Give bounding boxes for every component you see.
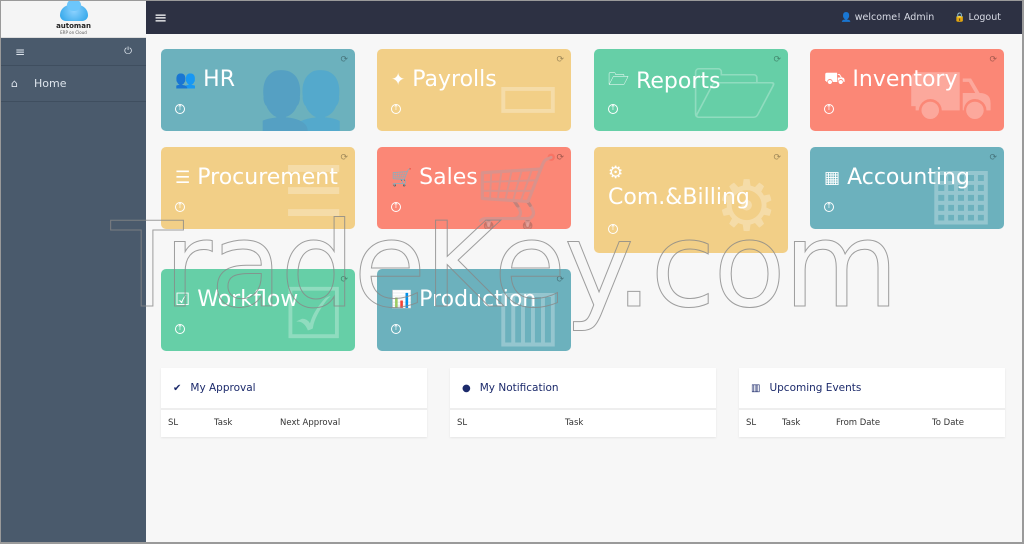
- logo-tagline: ERP on Cloud: [60, 29, 87, 35]
- sidebar: ≡ ⏻ ⌂ Home: [1, 38, 146, 542]
- panel-title: My Notification: [479, 382, 559, 394]
- column-header: Task: [565, 417, 584, 428]
- arrow-up-circle-icon[interactable]: ↑: [824, 202, 834, 212]
- panel-my-notification: ● My Notification SL Task: [450, 368, 716, 437]
- top-navbar: ≡ 👤 welcome! Admin 🔒 Logout: [146, 1, 1022, 34]
- power-icon[interactable]: ⏻: [124, 46, 132, 57]
- tile-production[interactable]: ⟳ 📊 Production ↑ ▥: [377, 269, 571, 351]
- refresh-icon[interactable]: ⟳: [773, 153, 781, 163]
- users-icon: 👥: [175, 69, 197, 90]
- panel-my-approval: ✔ My Approval SL Task Next Approval: [161, 368, 427, 437]
- tile-workflow[interactable]: ⟳ ☑ Workflow ↑ ☑: [161, 269, 355, 351]
- tile-com-billing[interactable]: ⟳ ⚙ Com.&Billing ↑ ⚙: [594, 147, 788, 253]
- home-icon: ⌂: [11, 77, 18, 90]
- cart-icon: 🛒: [391, 167, 413, 188]
- logout-label: Logout: [968, 12, 1001, 23]
- column-header: SL: [457, 417, 468, 428]
- column-header: From Date: [836, 417, 881, 428]
- tile-label: Sales: [419, 165, 478, 190]
- check-square-icon: ☑: [175, 289, 191, 310]
- column-header: Task: [782, 417, 801, 428]
- globe-icon: ●: [462, 382, 471, 394]
- arrow-up-circle-icon[interactable]: ↑: [824, 104, 834, 114]
- user-icon: 👤: [840, 12, 852, 23]
- tile-label: Com.&Billing: [608, 185, 750, 210]
- user-welcome-link[interactable]: 👤 welcome! Admin: [841, 12, 935, 23]
- logo[interactable]: automan ERP on Cloud: [1, 1, 146, 38]
- arrow-up-circle-icon[interactable]: ↑: [175, 324, 185, 334]
- hamburger-menu-icon[interactable]: ≡: [154, 8, 167, 27]
- arrow-up-circle-icon[interactable]: ↑: [391, 104, 401, 114]
- table-header: SL Task From Date To Date: [739, 410, 1005, 435]
- sidebar-header: ≡ ⏻: [1, 38, 146, 66]
- tile-label: Reports: [636, 69, 721, 94]
- truck-icon: ⛟: [824, 68, 846, 89]
- folder-open-icon: 🗁: [608, 70, 630, 90]
- users-bg-icon: 👥: [257, 53, 345, 131]
- app-window: automan ERP on Cloud ≡ ⏻ ⌂ Home ≡ 👤 welc…: [1, 1, 1022, 542]
- arrow-up-circle-icon[interactable]: ↑: [175, 104, 185, 114]
- arrow-up-circle-icon[interactable]: ↑: [608, 104, 618, 114]
- arrow-up-circle-icon[interactable]: ↑: [175, 202, 185, 212]
- hdd-bg-icon: ▭: [494, 53, 561, 131]
- magic-wand-icon: ✦: [391, 69, 406, 90]
- column-header: SL: [168, 417, 179, 428]
- cart-bg-icon: 🛒: [473, 151, 561, 229]
- tile-accounting[interactable]: ⟳ ▦ Accounting ↑ ▦: [810, 147, 1004, 229]
- lock-icon: 🔒: [954, 12, 966, 23]
- cloud-logo-icon: [59, 1, 88, 21]
- tile-reports[interactable]: ⟳ 🗁 Reports ↑ 🗁: [594, 49, 788, 131]
- tile-label: Production: [419, 287, 537, 312]
- tile-label: Inventory: [852, 67, 958, 92]
- welcome-text: welcome! Admin: [854, 12, 935, 23]
- table-header: SL Task Next Approval: [161, 410, 427, 435]
- bar-chart-icon: 📊: [391, 289, 413, 310]
- tile-hr[interactable]: ⟳ 👥 HR ↑ 👥: [161, 49, 355, 131]
- tile-label: Payrolls: [412, 67, 497, 92]
- sidebar-item-label: Home: [34, 77, 67, 90]
- gears-icon: ⚙: [608, 163, 624, 183]
- tile-label: HR: [203, 67, 236, 92]
- arrow-up-circle-icon[interactable]: ↑: [391, 324, 401, 334]
- tile-payrolls[interactable]: ⟳ ✦ Payrolls ↑ ▭: [377, 49, 571, 131]
- column-header: Task: [214, 417, 233, 428]
- stack-icon: ☰: [175, 167, 191, 188]
- sidebar-menu-icon[interactable]: ≡: [15, 45, 25, 59]
- bar-chart-icon: ▥: [751, 382, 761, 394]
- tile-procurement[interactable]: ⟳ ☰ Procurement ↑ ☰: [161, 147, 355, 229]
- table-header: SL Task: [450, 410, 716, 435]
- arrow-up-circle-icon[interactable]: ↑: [391, 202, 401, 212]
- panel-title: Upcoming Events: [769, 382, 862, 394]
- check-icon: ✔: [173, 382, 182, 394]
- column-header: SL: [746, 417, 757, 428]
- column-header: Next Approval: [280, 417, 341, 428]
- building-icon: ▦: [824, 167, 841, 188]
- column-header: To Date: [932, 417, 964, 428]
- arrow-up-circle-icon[interactable]: ↑: [608, 224, 618, 234]
- tile-sales[interactable]: ⟳ 🛒 Sales ↑ 🛒: [377, 147, 571, 229]
- panel-upcoming-events: ▥ Upcoming Events SL Task From Date To D…: [739, 368, 1005, 437]
- dashboard-main: ⟳ 👥 HR ↑ 👥 ⟳ ✦ Payrolls ↑ ▭ ⟳ 🗁 Reports ↑ 🗁…: [146, 34, 1022, 542]
- tile-label: Workflow: [197, 287, 299, 312]
- logout-link[interactable]: 🔒 Logout: [954, 12, 1001, 23]
- tile-inventory[interactable]: ⟳ ⛟ Inventory ↑ ⛟: [810, 49, 1004, 131]
- panel-title: My Approval: [190, 382, 256, 394]
- sidebar-item-home[interactable]: ⌂ Home: [1, 66, 146, 102]
- logo-name: automan: [56, 21, 91, 30]
- tile-label: Procurement: [197, 165, 338, 190]
- tile-label: Accounting: [847, 165, 970, 190]
